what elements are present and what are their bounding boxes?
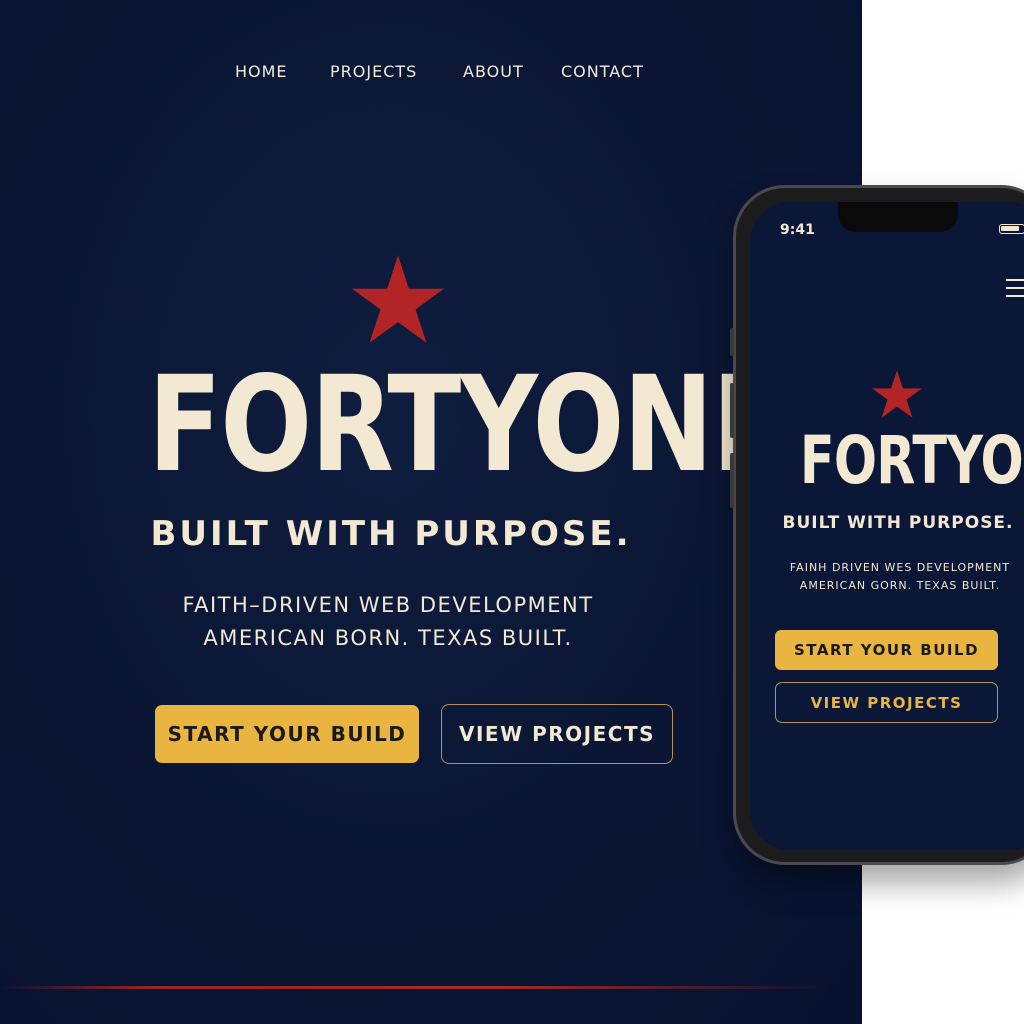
battery-icon [999, 224, 1024, 234]
phone-volume-up [730, 383, 734, 438]
hamburger-menu-icon[interactable] [1006, 279, 1024, 297]
main-nav: HOME PROJECTS ABOUT CONTACT [0, 62, 862, 86]
hero-brand-title: FORTYONE [147, 348, 786, 502]
footer-divider [0, 986, 830, 989]
phone-tagline: BUILT WITH PURPOSE. [782, 513, 1014, 533]
phone-notch [838, 202, 958, 232]
status-bar-time: 9:41 [780, 222, 815, 238]
hero-subline-2: AMERICAN BORN. TEXAS BUILT. [203, 626, 573, 650]
phone-start-your-build-label: START YOUR BUILD [793, 641, 980, 659]
phone-subline-2: AMERICAN GORN. TEXAS BUILT. [799, 579, 1001, 592]
hero-tagline: BUILT WITH PURPOSE. [150, 514, 632, 554]
mockup-stage: HOME PROJECTS ABOUT CONTACT FORTYONE BUI… [0, 0, 1024, 1024]
start-your-build-label: START YOUR BUILD [167, 722, 407, 746]
view-projects-button[interactable]: VIEW PROJECTS [441, 704, 673, 764]
phone-view-projects-button[interactable]: VIEW PROJECTS [775, 682, 998, 723]
phone-brand-title: FORTYONE [799, 422, 1024, 499]
star-icon [352, 255, 444, 343]
phone-volume-down [730, 453, 734, 508]
nav-link-about[interactable]: ABOUT [463, 62, 524, 81]
hero-subline-1: FAITH–DRIVEN WEB DEVELOPMENT [182, 593, 594, 617]
phone-mockup: 9:41 FORTYONE BUILT WITH PURPOSE. FAINH … [730, 185, 1024, 865]
star-icon [872, 370, 922, 418]
nav-link-home[interactable]: HOME [235, 62, 288, 81]
start-your-build-button[interactable]: START YOUR BUILD [155, 705, 419, 763]
phone-subline-1: FAINH DRIVEN WES DEVELOPMENT [789, 561, 1011, 574]
phone-mute-switch [730, 328, 734, 356]
phone-start-your-build-button[interactable]: START YOUR BUILD [775, 630, 998, 670]
phone-view-projects-label: VIEW PROJECTS [810, 693, 963, 712]
nav-link-contact[interactable]: CONTACT [561, 62, 644, 81]
battery-level [1001, 226, 1019, 231]
nav-link-projects[interactable]: PROJECTS [330, 62, 417, 81]
phone-screen: 9:41 FORTYONE BUILT WITH PURPOSE. FAINH … [750, 202, 1024, 850]
view-projects-label: VIEW PROJECTS [459, 722, 655, 746]
